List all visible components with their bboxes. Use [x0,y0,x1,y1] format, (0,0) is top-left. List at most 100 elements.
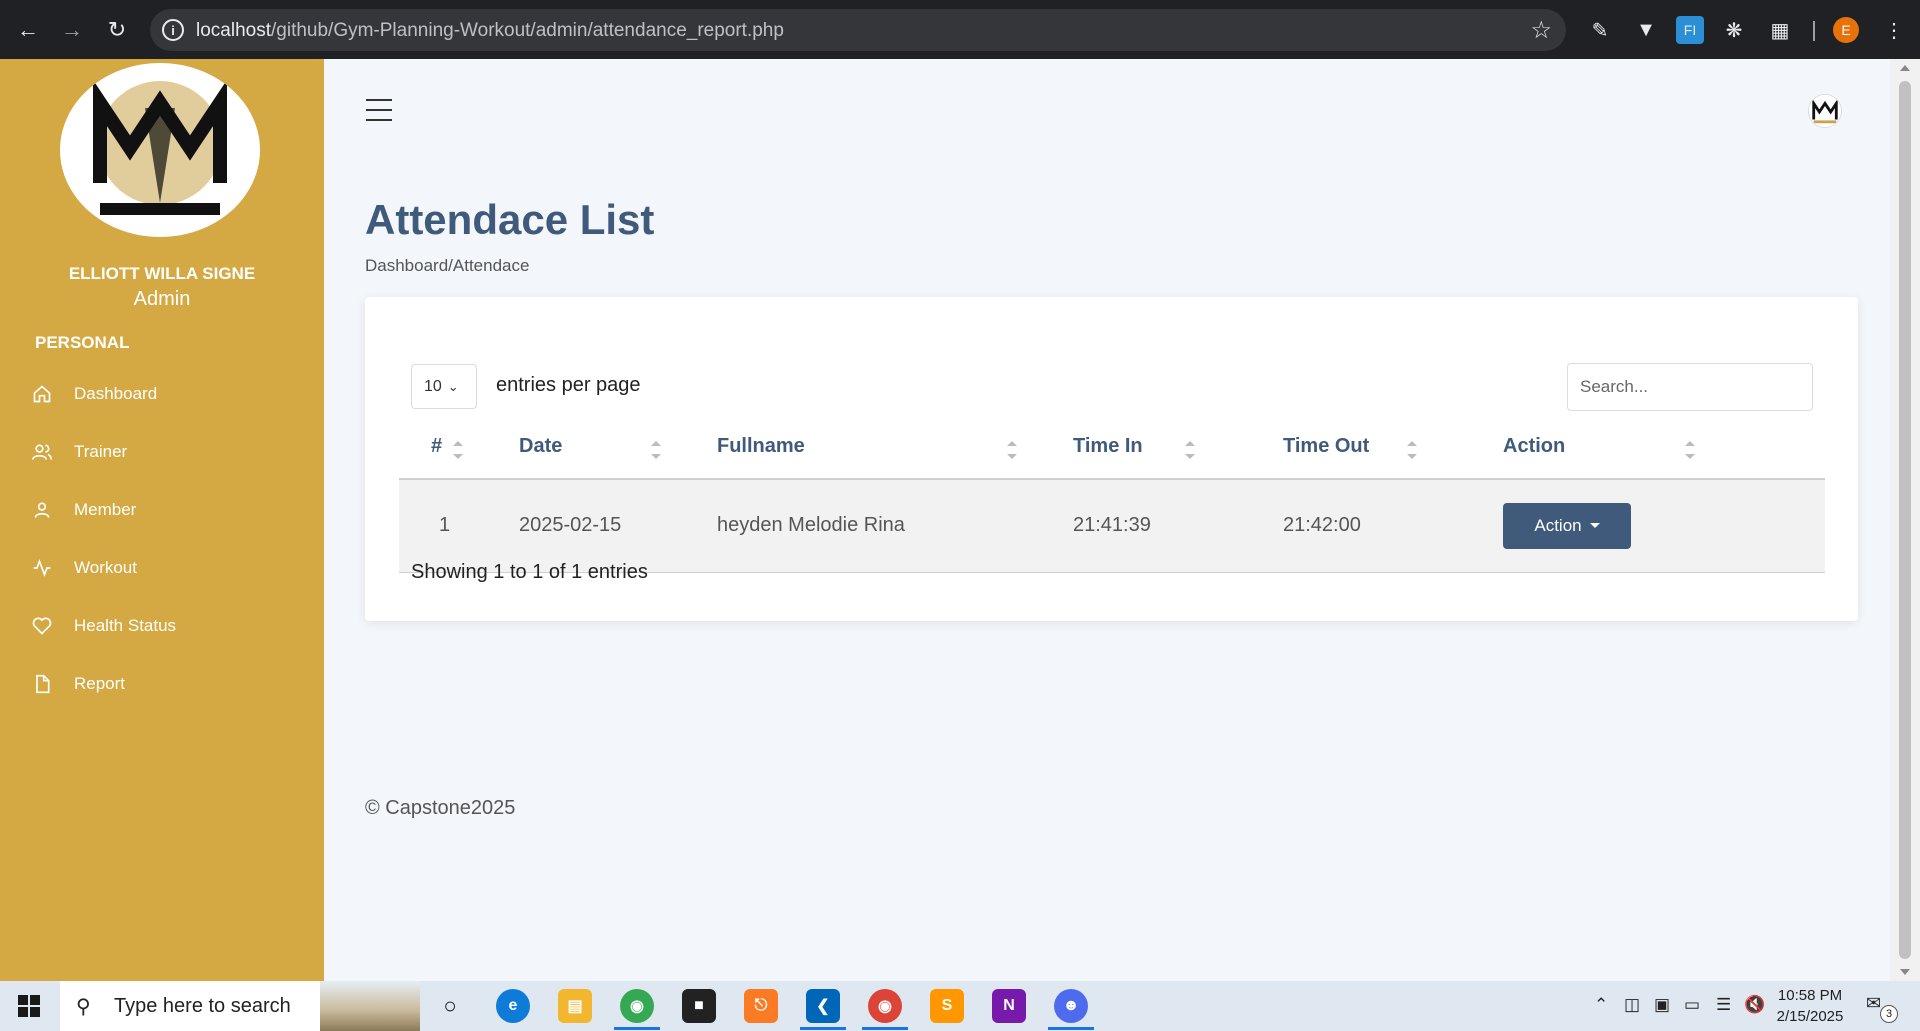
notification-badge: 3 [1880,1005,1898,1023]
main-content: Attendace List Dashboard/Attendace 10 ⌄ … [324,59,1890,981]
onenote-icon[interactable]: N [992,989,1026,1023]
table-summary: Showing 1 to 1 of 1 entries [411,561,648,583]
table-row: 1 2025-02-15 heyden Melodie Rina 21:41:3… [399,479,1825,573]
fi-extension-icon[interactable]: FI [1676,16,1704,44]
clock-time: 10:58 PM [1777,987,1843,1004]
start-button[interactable] [18,995,40,1017]
footer-copyright: © Capstone2025 [365,797,516,819]
activity-icon [30,556,54,580]
chrome-icon[interactable]: ◉ [620,989,654,1023]
scrollbar-thumb[interactable] [1899,81,1911,959]
extensions-puzzle-icon[interactable]: ▦ [1766,16,1794,44]
sidebar: ELLIOTT WILLA SIGNE Admin PERSONAL Dashb… [0,59,324,981]
sidebar-item-workout[interactable]: Workout [30,548,300,588]
users-icon [30,440,54,464]
taskbar-search[interactable]: ⚲ Type here to search [60,981,420,1031]
sort-icon[interactable] [1185,441,1195,459]
column-header-action[interactable]: Action [1503,415,1825,480]
sidebar-item-label: Health Status [74,616,177,635]
windows-taskbar: ⚲ Type here to search ○ e ▤ ◉ ■ ⎋ ❮ ◉ S … [0,981,1920,1031]
home-icon [30,382,54,406]
user-icon [30,498,54,522]
cell-date: 2025-02-15 [519,479,717,573]
table-header-row: # Date Fullname Time In Time Out Action [399,415,1825,480]
bookmark-star-icon[interactable]: ☆ [1530,16,1552,45]
sidebar-item-label: Report [74,674,126,693]
column-header-time-in[interactable]: Time In [1073,415,1283,480]
pen-extension-icon[interactable]: ✎ [1586,16,1614,44]
caret-down-icon [1589,523,1600,529]
sort-icon[interactable] [1685,441,1695,459]
meet-now-icon[interactable]: ◫ [1624,995,1640,1015]
page-scrollbar[interactable] [1890,59,1920,981]
scroll-down-arrow[interactable] [1900,969,1910,975]
action-dropdown-button[interactable]: Action [1503,502,1631,549]
cast-icon[interactable]: ▣ [1654,995,1670,1015]
notification-center-icon[interactable]: ✉ 3 [1866,993,1898,1023]
search-input[interactable] [1567,363,1813,411]
profile-avatar[interactable]: E [1833,17,1859,43]
attendance-card: 10 ⌄ entries per page # Date Fullname Ti… [365,297,1858,621]
site-info-icon[interactable]: i [162,19,184,41]
heart-icon [30,614,54,638]
entries-per-page-select[interactable]: 10 ⌄ [411,364,477,409]
user-avatar[interactable] [1808,94,1842,128]
sidebar-item-member[interactable]: Member [30,490,300,530]
reload-button[interactable]: ↻ [101,14,133,46]
sidebar-item-health-status[interactable]: Health Status [30,606,300,646]
sidebar-item-report[interactable]: Report [30,664,300,704]
sidebar-item-label: Workout [74,558,137,577]
sort-icon[interactable] [1407,441,1417,459]
sidebar-item-label: Trainer [74,442,128,461]
active-indicator [800,1027,846,1030]
sidebar-item-dashboard[interactable]: Dashboard [30,374,300,414]
messenger-icon[interactable]: ☻ [1054,989,1088,1023]
system-clock[interactable]: 10:58 PM 2/15/2025 [1772,985,1848,1027]
menu-toggle-icon[interactable] [366,99,392,121]
clock-date: 2/15/2025 [1776,1008,1844,1025]
toolbar-separator [1813,21,1815,41]
volume-muted-icon[interactable]: 🔇 [1744,995,1765,1015]
column-header-fullname[interactable]: Fullname [717,415,1073,480]
task-view-icon[interactable]: ○ [433,989,467,1023]
battery-icon[interactable]: ▭ [1684,995,1700,1015]
react-extension-icon[interactable]: ❋ [1720,16,1748,44]
edge-icon[interactable]: e [496,989,530,1023]
user-role: Admin [133,288,191,310]
sticky-notes-icon[interactable]: ■ [682,989,716,1023]
wifi-icon[interactable]: ☰ [1716,995,1731,1015]
tray-overflow-icon[interactable]: ⌃ [1594,995,1608,1015]
cell-number: 1 [399,479,519,573]
sidebar-item-label: Dashboard [74,384,158,403]
xampp-icon[interactable]: ⎋ [744,989,778,1023]
search-highlight-image [320,981,420,1031]
page: ELLIOTT WILLA SIGNE Admin PERSONAL Dashb… [0,59,1920,981]
chrome-profile-icon[interactable]: ◉ [868,989,902,1023]
vue-extension-icon[interactable]: ▼ [1632,16,1660,44]
url-text[interactable]: localhost/github/Gym-Planning-Workout/ad… [196,20,784,42]
sort-icon[interactable] [1007,441,1017,459]
breadcrumb[interactable]: Dashboard/Attendace [365,256,529,276]
vscode-icon[interactable]: ❮ [806,989,840,1023]
cell-time-in: 21:41:39 [1073,479,1283,573]
sort-icon[interactable] [453,441,463,459]
column-header-date[interactable]: Date [519,415,717,480]
active-indicator [614,1027,660,1030]
file-explorer-icon[interactable]: ▤ [558,989,592,1023]
scroll-up-arrow[interactable] [1900,65,1910,71]
cell-action: Action [1503,479,1825,573]
page-title: Attendace List [365,196,655,243]
sidebar-item-trainer[interactable]: Trainer [30,432,300,472]
sort-icon[interactable] [651,441,661,459]
browser-menu-icon[interactable]: ⋮ [1880,16,1908,44]
forward-button[interactable]: → [56,14,88,46]
address-bar[interactable]: i localhost/github/Gym-Planning-Workout/… [150,9,1566,51]
column-header-time-out[interactable]: Time Out [1283,415,1503,480]
attendance-table: # Date Fullname Time In Time Out Action … [399,415,1825,573]
chevron-down-icon: ⌄ [447,378,459,394]
back-button[interactable]: ← [12,14,44,46]
column-header-number[interactable]: # [399,415,519,480]
sublime-text-icon[interactable]: S [930,989,964,1023]
browser-toolbar: ← → ↻ i localhost/github/Gym-Planning-Wo… [0,0,1920,59]
cell-fullname: heyden Melodie Rina [717,479,1073,573]
